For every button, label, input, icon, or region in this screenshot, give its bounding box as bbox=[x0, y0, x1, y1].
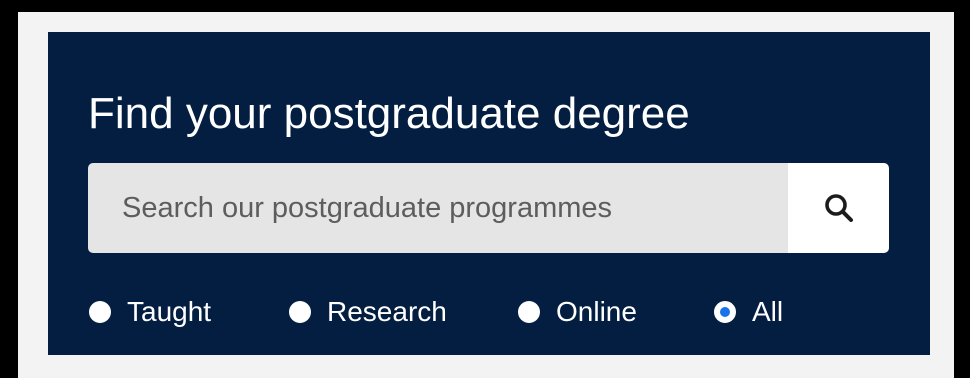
search-bar bbox=[88, 163, 889, 253]
filter-online[interactable]: Online bbox=[518, 294, 714, 330]
degree-search-panel: Find your postgraduate degree Taught Res… bbox=[48, 32, 930, 355]
search-icon bbox=[823, 192, 855, 224]
panel-title: Find your postgraduate degree bbox=[88, 89, 690, 138]
filter-research[interactable]: Research bbox=[289, 294, 518, 330]
filter-online-label: Online bbox=[556, 296, 637, 327]
programme-type-filters: Taught Research Online All bbox=[89, 290, 783, 334]
radio-taught[interactable] bbox=[89, 301, 111, 323]
filter-taught-label: Taught bbox=[127, 296, 212, 327]
radio-research[interactable] bbox=[289, 301, 311, 323]
filter-research-label: Research bbox=[327, 296, 447, 327]
radio-all[interactable] bbox=[714, 301, 736, 323]
filter-all[interactable]: All bbox=[714, 294, 783, 330]
radio-online[interactable] bbox=[518, 301, 540, 323]
filter-all-label: All bbox=[752, 296, 784, 327]
filter-taught[interactable]: Taught bbox=[89, 294, 289, 330]
search-button[interactable] bbox=[788, 163, 889, 253]
search-input[interactable] bbox=[88, 163, 788, 253]
